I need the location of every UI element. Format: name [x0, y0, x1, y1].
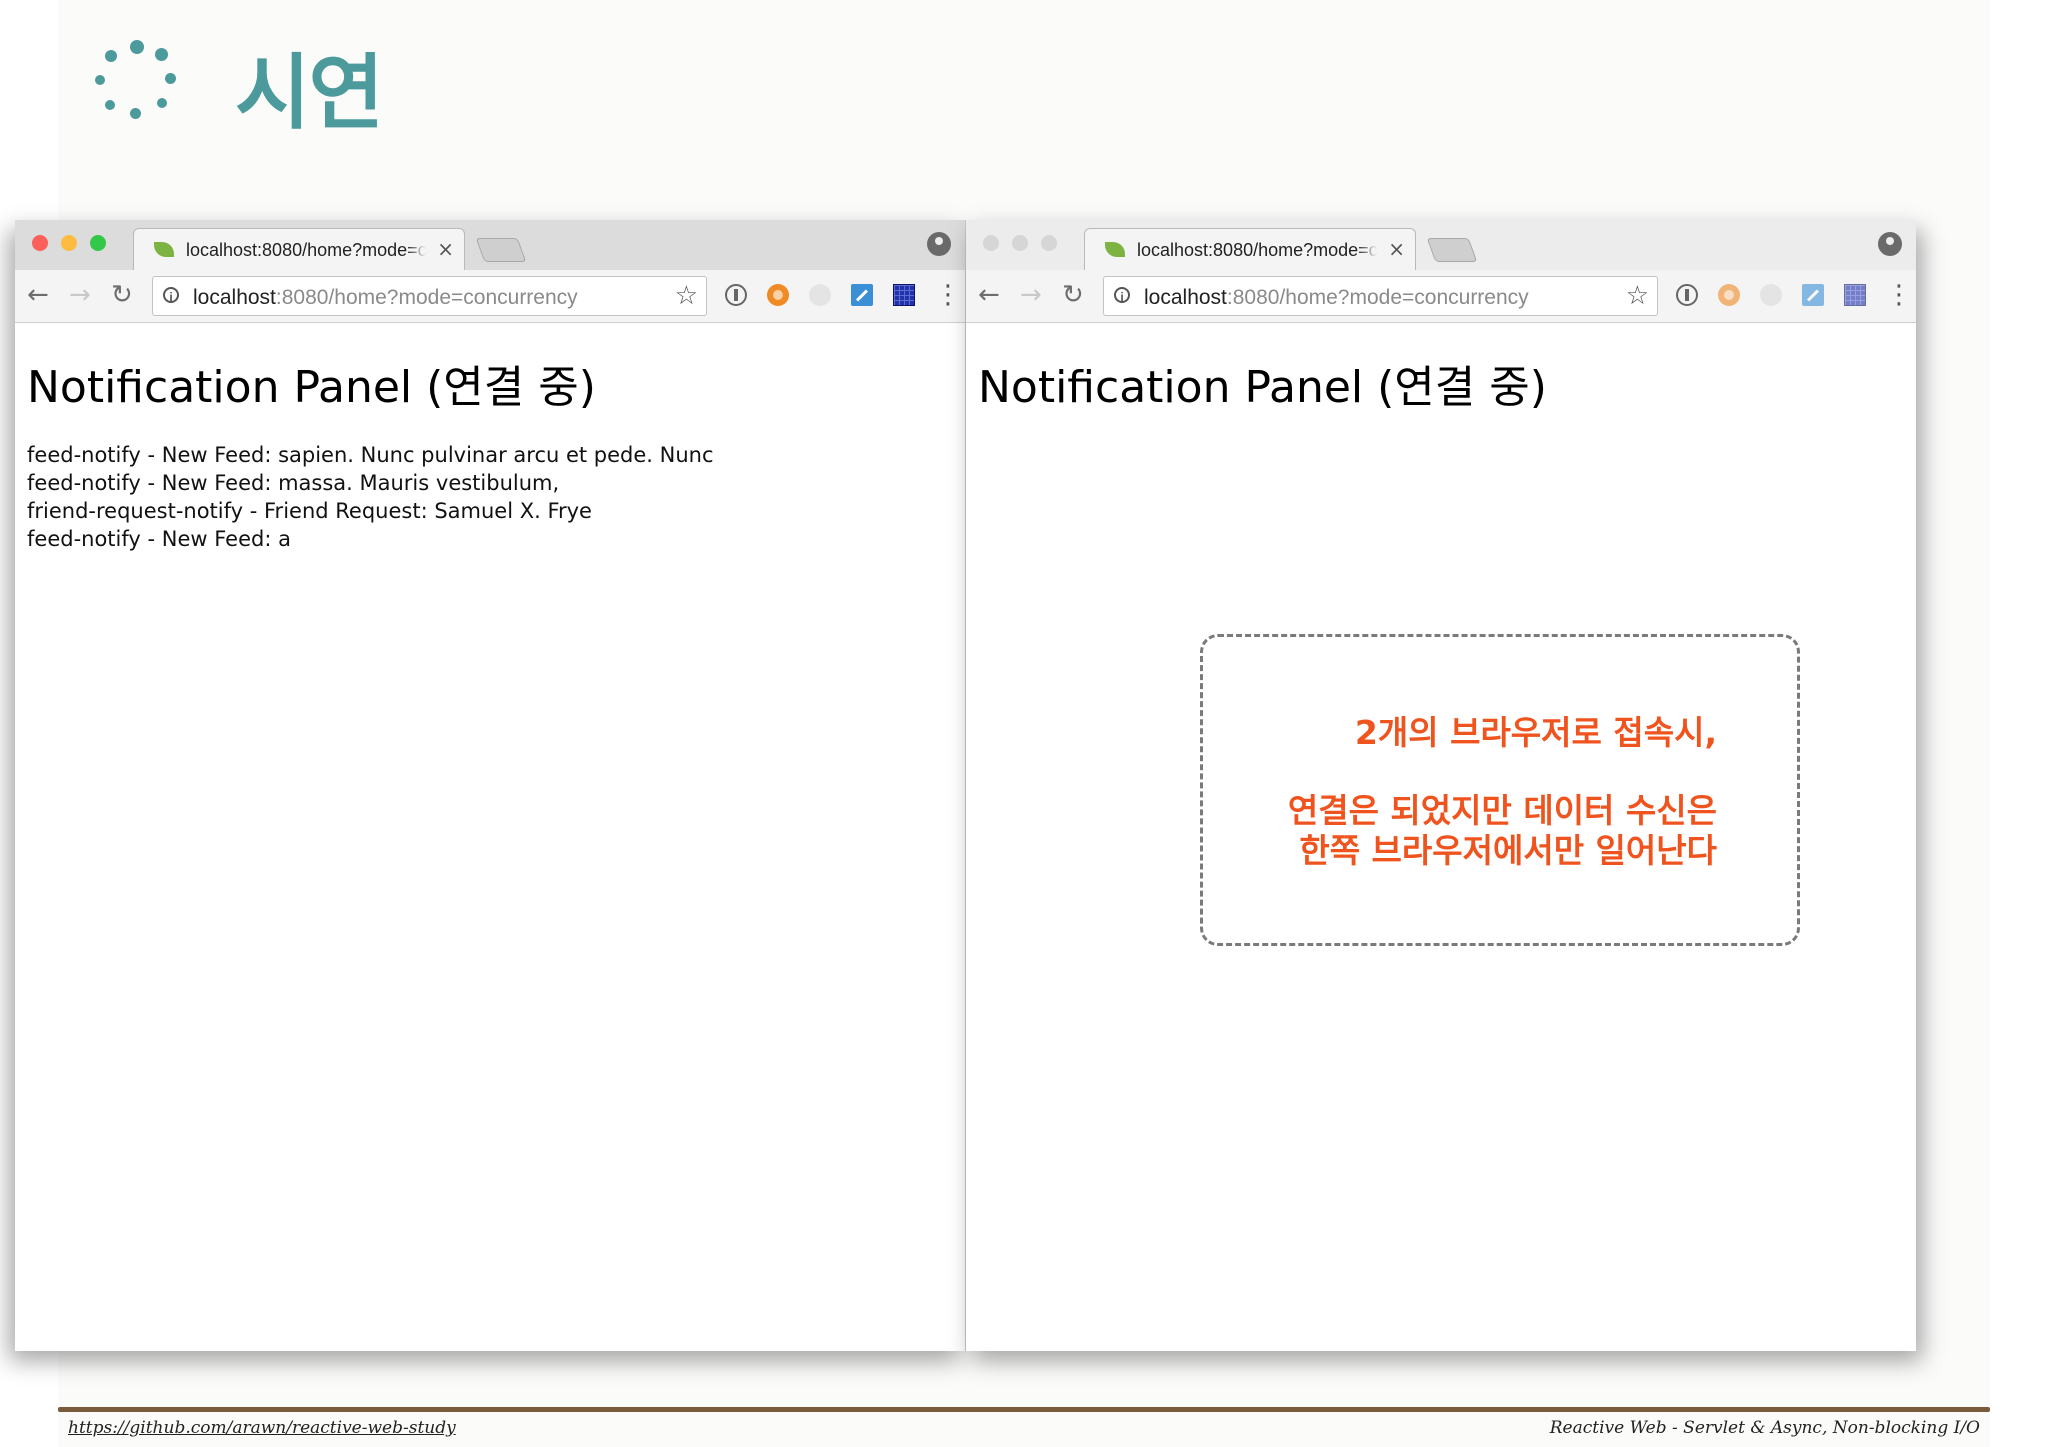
footer-divider	[58, 1407, 1990, 1412]
tab-title: localhost:8080/home?mode=c	[1137, 240, 1378, 260]
extension-orange-icon[interactable]	[1718, 284, 1740, 306]
browser-window-left: localhost:8080/home?mode=c × ← → ↻ i loc…	[15, 220, 965, 1351]
minimize-window-button[interactable]	[61, 235, 77, 251]
spring-leaf-favicon	[154, 242, 174, 257]
new-tab-button[interactable]	[475, 238, 527, 262]
spring-leaf-favicon	[1105, 242, 1125, 257]
forward-button[interactable]: →	[1020, 280, 1042, 310]
address-bar[interactable]: i localhost:8080/home?mode=concurrency ☆	[152, 276, 707, 316]
browser-toolbar: ← → ↻ i localhost:8080/home?mode=concurr…	[15, 270, 965, 323]
browser-menu-icon[interactable]: ⋮	[1886, 280, 1912, 310]
back-button[interactable]: ←	[27, 280, 49, 310]
bookmark-star-icon[interactable]: ☆	[675, 281, 698, 311]
browser-menu-icon[interactable]: ⋮	[935, 280, 961, 310]
info-icon[interactable]: i	[1114, 287, 1130, 304]
window-controls	[983, 235, 1057, 251]
extension-gray-icon[interactable]	[1760, 284, 1782, 306]
notification-panel-heading: Notification Panel (연결 중)	[978, 362, 1547, 413]
minimize-window-button[interactable]	[1012, 235, 1028, 251]
browser-tab[interactable]: localhost:8080/home?mode=c ×	[133, 228, 465, 271]
close-tab-icon[interactable]: ×	[437, 237, 454, 261]
profile-icon[interactable]	[927, 232, 951, 256]
notification-item: friend-request-notify - Friend Request: …	[27, 499, 592, 523]
callout-line: 한쪽 브라우저에서만 일어난다	[1299, 831, 1717, 870]
url-text[interactable]: localhost:8080/home?mode=concurrency	[1144, 286, 1529, 310]
notification-item: feed-notify - New Feed: sapien. Nunc pul…	[27, 443, 714, 467]
browser-tab[interactable]: localhost:8080/home?mode=c ×	[1084, 228, 1416, 271]
slide-title: 시연	[235, 45, 384, 141]
forward-button[interactable]: →	[69, 280, 91, 310]
extension-blue-arrow-icon[interactable]	[1802, 284, 1824, 306]
reload-button[interactable]: ↻	[1062, 280, 1084, 310]
profile-icon[interactable]	[1878, 232, 1902, 256]
slide-title-area: 시연	[93, 40, 384, 141]
extension-blue-arrow-icon[interactable]	[851, 284, 873, 306]
info-icon[interactable]: i	[163, 287, 179, 304]
extension-orange-icon[interactable]	[767, 284, 789, 306]
footer-github-link[interactable]: https://github.com/arawn/reactive-web-st…	[68, 1418, 456, 1438]
new-tab-button[interactable]	[1426, 238, 1478, 262]
extension-grid-icon[interactable]	[893, 284, 915, 306]
tab-bar: localhost:8080/home?mode=c ×	[15, 220, 965, 271]
notification-item: feed-notify - New Feed: massa. Mauris ve…	[27, 471, 560, 495]
close-window-button[interactable]	[32, 235, 48, 251]
url-text[interactable]: localhost:8080/home?mode=concurrency	[193, 286, 578, 310]
close-window-button[interactable]	[983, 235, 999, 251]
back-button[interactable]: ←	[978, 280, 1000, 310]
bookmark-star-icon[interactable]: ☆	[1626, 281, 1649, 311]
browser-toolbar: ← → ↻ i localhost:8080/home?mode=concurr…	[966, 270, 1916, 323]
tab-bar: localhost:8080/home?mode=c ×	[966, 220, 1916, 271]
callout-line: 연결은 되었지만 데이터 수신은	[1287, 791, 1717, 830]
extension-password-icon[interactable]	[725, 284, 747, 306]
tab-title: localhost:8080/home?mode=c	[186, 240, 427, 260]
notification-list: feed-notify - New Feed: sapien. Nunc pul…	[27, 441, 714, 553]
spinner-icon	[93, 40, 183, 130]
reload-button[interactable]: ↻	[111, 280, 133, 310]
notification-panel-heading: Notification Panel (연결 중)	[27, 362, 596, 413]
extension-grid-icon[interactable]	[1844, 284, 1866, 306]
extension-password-icon[interactable]	[1676, 284, 1698, 306]
callout-line: 2개의 브라우저로 접속시,	[1354, 713, 1717, 752]
footer-course-title: Reactive Web - Servlet & Async, Non-bloc…	[1549, 1418, 1980, 1438]
zoom-window-button[interactable]	[90, 235, 106, 251]
window-controls	[32, 235, 106, 251]
zoom-window-button[interactable]	[1041, 235, 1057, 251]
page-viewport: Notification Panel (연결 중) feed-notify - …	[15, 323, 965, 1351]
notification-item: feed-notify - New Feed: a	[27, 527, 291, 551]
close-tab-icon[interactable]: ×	[1388, 237, 1405, 261]
address-bar[interactable]: i localhost:8080/home?mode=concurrency ☆	[1103, 276, 1658, 316]
extension-gray-icon[interactable]	[809, 284, 831, 306]
callout-box: 2개의 브라우저로 접속시, 연결은 되었지만 데이터 수신은 한쪽 브라우저에…	[1200, 634, 1800, 946]
